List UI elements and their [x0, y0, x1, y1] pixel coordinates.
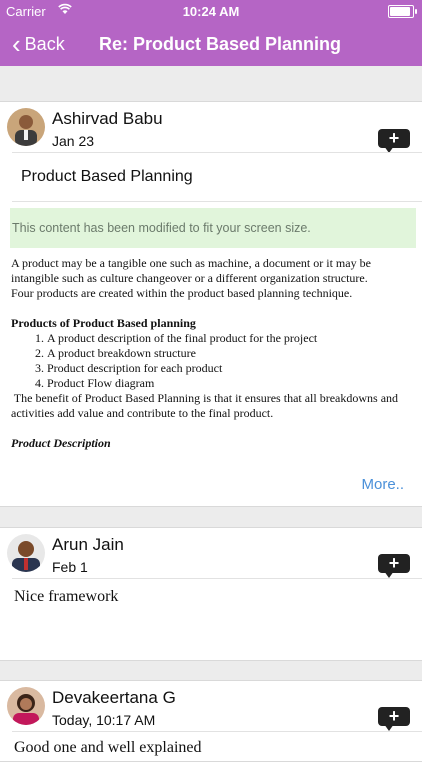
status-bar: Carrier 10:24 AM — [0, 0, 422, 22]
avatar — [7, 687, 45, 725]
comment-text: Good one and well explained — [14, 739, 202, 756]
body-line: intangible such as culture changeover or… — [11, 271, 368, 285]
post-subject: Product Based Planning — [21, 168, 193, 185]
list-item: Product description for each product — [47, 361, 411, 376]
battery-icon — [388, 5, 417, 18]
status-time: 10:24 AM — [182, 4, 240, 19]
product-list: A product description of the final produ… — [11, 331, 411, 391]
avatar — [7, 534, 45, 572]
reply-button[interactable]: + — [378, 128, 410, 153]
more-link[interactable]: More.. — [361, 476, 404, 493]
navigation-bar: ‹ Back Re: Product Based Planning — [0, 22, 422, 66]
body-line: The benefit of Product Based Planning is… — [11, 391, 399, 405]
chevron-left-icon: ‹ — [12, 29, 21, 59]
comment-text: Nice framework — [14, 588, 119, 605]
back-button[interactable]: ‹ Back — [12, 31, 65, 57]
body-line: Four products are created within the pro… — [11, 286, 353, 300]
post-date: Today, 10:17 AM — [52, 712, 156, 728]
list-item: A product description of the final produ… — [47, 331, 411, 346]
list-item: A product breakdown structure — [47, 346, 411, 361]
body-subheading: Product Description — [11, 436, 111, 450]
post-author: Arun Jain — [52, 535, 124, 554]
reply-button[interactable]: + — [378, 706, 410, 731]
avatar — [7, 108, 45, 146]
post-author: Devakeertana G — [52, 688, 176, 707]
body-line: A product may be a tangible one such as … — [11, 256, 371, 270]
list-item: Product Flow diagram — [47, 376, 411, 391]
back-label: Back — [24, 33, 65, 54]
top-bar: Carrier 10:24 AM ‹ Back Re: Product Base… — [0, 0, 422, 66]
reply-button[interactable]: + — [378, 553, 410, 578]
body-line: activities add value and contribute to t… — [11, 406, 274, 420]
post-author: Ashirvad Babu — [52, 109, 163, 128]
post-body: A product may be a tangible one such as … — [11, 256, 411, 451]
post-date: Jan 23 — [52, 133, 95, 149]
post-date: Feb 1 — [52, 559, 88, 575]
body-heading: Products of Product Based planning — [11, 316, 196, 330]
post-card: Ashirvad Babu Jan 23 + Product Based Pla… — [0, 101, 422, 507]
page-title: Re: Product Based Planning — [99, 34, 342, 54]
post-card: Arun Jain Feb 1 + Nice framework — [0, 527, 422, 661]
modified-notice: This content has been modified to fit yo… — [10, 208, 416, 248]
